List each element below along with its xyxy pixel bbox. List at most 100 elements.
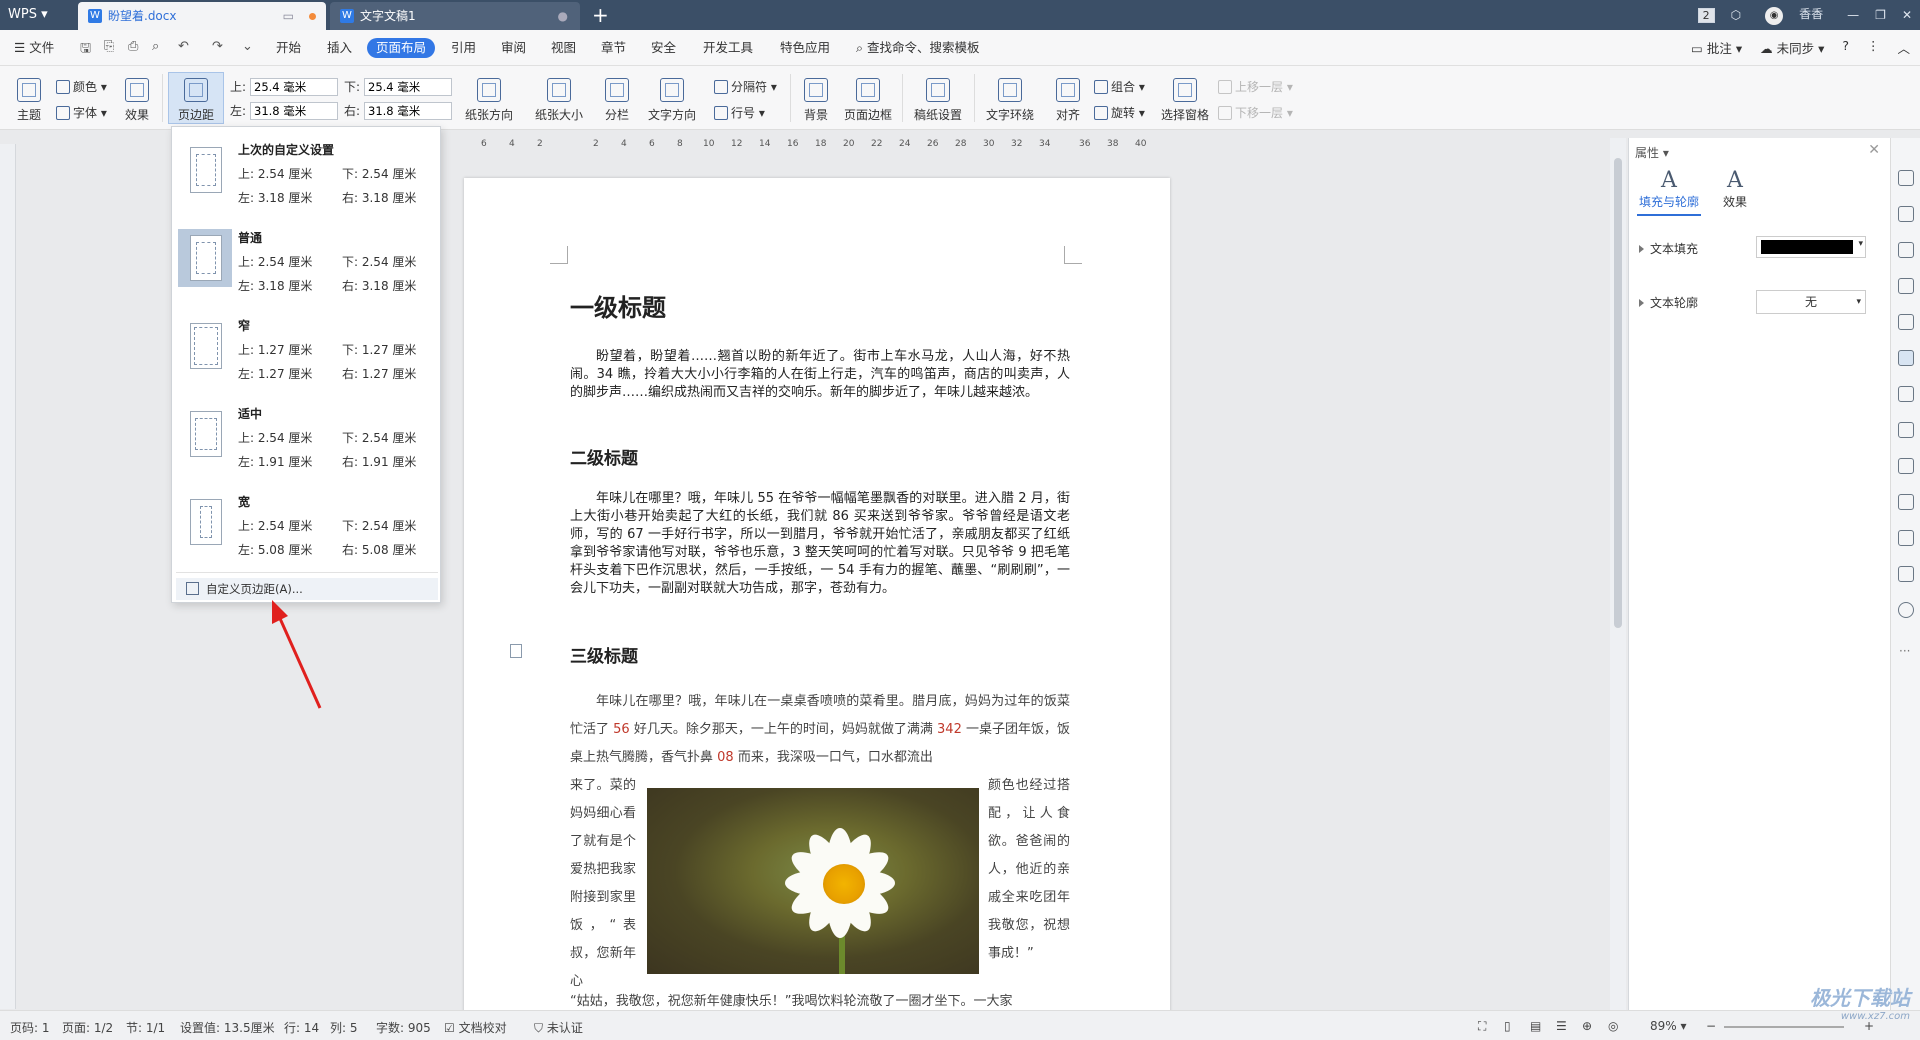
menu-chapter[interactable]: 章节	[601, 38, 626, 58]
paragraph-handle-icon[interactable]	[510, 644, 522, 658]
margins-button[interactable]: 页边距	[170, 78, 222, 123]
table-icon[interactable]	[1898, 314, 1914, 330]
text-fill-color-picker[interactable]: ▾	[1756, 236, 1866, 258]
vertical-scrollbar[interactable]	[1610, 138, 1626, 1010]
tab-fill-outline[interactable]: A 填充与轮廓	[1637, 168, 1701, 216]
status-page[interactable]: 页面: 1/2	[62, 1019, 113, 1036]
translate-icon[interactable]	[1898, 530, 1914, 546]
line-numbers-button[interactable]: 行号 ▾	[714, 104, 765, 121]
zoom-level[interactable]: 89% ▾	[1650, 1019, 1687, 1033]
minimize-icon[interactable]: —	[1847, 8, 1859, 22]
fonts-button[interactable]: 字体 ▾	[56, 104, 107, 121]
command-search[interactable]: ⌕ 查找命令、搜索模板	[856, 38, 980, 58]
close-window-icon[interactable]: ✕	[1902, 8, 1912, 22]
margin-preset-narrow[interactable]: 窄 上: 1.27 厘米 下: 1.27 厘米 左: 1.27 厘米 右: 1.…	[176, 307, 438, 395]
menu-page-layout[interactable]: 页面布局	[367, 38, 436, 58]
menu-references[interactable]: 引用	[451, 38, 476, 58]
margin-preset-wide[interactable]: 宽 上: 2.54 厘米 下: 2.54 厘米 左: 5.08 厘米 右: 5.…	[176, 483, 438, 571]
menu-developer[interactable]: 开发工具	[703, 38, 753, 58]
page-view-icon[interactable]: ▤	[1530, 1019, 1541, 1033]
user-area[interactable]: ◉ 香香	[1757, 5, 1831, 25]
daisy-image[interactable]	[647, 788, 979, 974]
review-icon[interactable]	[1898, 386, 1914, 402]
collapse-ribbon-icon[interactable]: ︿	[1897, 38, 1910, 57]
format-painter-icon[interactable]: ⎘	[104, 39, 114, 54]
skin-icon[interactable]: ⬡	[1731, 8, 1741, 22]
properties-icon[interactable]	[1898, 350, 1914, 366]
close-icon[interactable]: ●	[558, 2, 568, 30]
effects-button[interactable]: 效果	[120, 78, 154, 123]
eye-protect-icon[interactable]: ◎	[1608, 1019, 1618, 1033]
page-border-button[interactable]: 页面边框	[842, 78, 894, 123]
bring-forward-button[interactable]: 上移一层 ▾	[1218, 78, 1293, 95]
send-backward-button[interactable]: 下移一层 ▾	[1218, 104, 1293, 121]
comment-button[interactable]: ▭ 批注 ▾	[1691, 38, 1742, 57]
tab-effects[interactable]: A 效果	[1715, 168, 1755, 210]
picture-icon[interactable]	[1898, 494, 1914, 510]
breaks-button[interactable]: 分隔符 ▾	[714, 78, 777, 95]
status-col[interactable]: 列: 5	[330, 1019, 358, 1036]
more-icon[interactable]: ···	[1899, 644, 1910, 658]
wps-logo[interactable]: WPS ▾	[0, 0, 76, 30]
margin-preset-moderate[interactable]: 适中 上: 2.54 厘米 下: 2.54 厘米 左: 1.91 厘米 右: 1…	[176, 395, 438, 483]
window-count-badge[interactable]: 2	[1697, 7, 1715, 23]
zoom-slider[interactable]	[1724, 1026, 1844, 1028]
status-word-count[interactable]: 字数: 905	[376, 1019, 431, 1036]
save-icon[interactable]: 🖫	[80, 39, 91, 61]
background-button[interactable]: 背景	[796, 78, 836, 123]
print-icon[interactable]: ⎙	[128, 39, 138, 54]
zoom-out-icon[interactable]: −	[1706, 1019, 1716, 1033]
redo-icon[interactable]: ↷	[212, 39, 223, 54]
help-icon[interactable]	[1898, 602, 1914, 618]
size-button[interactable]: 纸张大小	[530, 78, 588, 123]
more-icon[interactable]: ⌄	[242, 39, 253, 54]
margin-preset-last-custom[interactable]: 上次的自定义设置 上: 2.54 厘米 下: 2.54 厘米 左: 3.18 厘…	[176, 131, 438, 219]
orientation-button[interactable]: 纸张方向	[460, 78, 518, 123]
menu-insert[interactable]: 插入	[327, 38, 352, 58]
certification-button[interactable]: ⛉ 未认证	[534, 1019, 583, 1036]
selection-pane-button[interactable]: 选择窗格	[1158, 78, 1212, 123]
backup-icon[interactable]	[1898, 458, 1914, 474]
margin-left-input[interactable]	[250, 102, 338, 120]
outline-view-icon[interactable]: ☰	[1556, 1019, 1567, 1033]
close-icon[interactable]: ✕	[1868, 142, 1880, 158]
web-view-icon[interactable]: ⊕	[1582, 1019, 1592, 1033]
status-page-number[interactable]: 页码: 1	[10, 1019, 50, 1036]
menu-view[interactable]: 视图	[551, 38, 576, 58]
rotate-button[interactable]: 旋转 ▾	[1094, 104, 1145, 121]
margin-preset-normal[interactable]: 普通 上: 2.54 厘米 下: 2.54 厘米 左: 3.18 厘米 右: 3…	[176, 219, 438, 307]
undo-icon[interactable]: ↶	[178, 39, 189, 54]
share-icon[interactable]	[1898, 422, 1914, 438]
status-row[interactable]: 行: 14	[284, 1019, 319, 1036]
text-outline-select[interactable]: 无 ▾	[1756, 290, 1866, 314]
shapes-icon[interactable]	[1898, 242, 1914, 258]
text-fill-row[interactable]: 文本填充	[1639, 240, 1698, 257]
tab-doc-active[interactable]: W 盼望着.docx ▭	[78, 2, 326, 30]
theme-button[interactable]: 主题	[12, 78, 46, 123]
custom-margins-item[interactable]: 自定义页边距(A)...	[176, 578, 438, 600]
print-preview-icon[interactable]: ⌕	[152, 39, 159, 54]
tab-doc-2[interactable]: W 文字文稿1 ●	[330, 2, 580, 30]
panel-title[interactable]: 属性 ▾	[1635, 144, 1669, 161]
status-section[interactable]: 节: 1/1	[126, 1019, 165, 1036]
manuscript-button[interactable]: 稿纸设置	[910, 78, 966, 123]
group-button[interactable]: 组合 ▾	[1094, 78, 1145, 95]
cursor-icon[interactable]	[1898, 206, 1914, 222]
sync-button[interactable]: ☁ 未同步 ▾	[1760, 38, 1824, 57]
wrap-button[interactable]: 文字环绕	[980, 78, 1040, 123]
text-direction-button[interactable]: 文字方向	[642, 78, 702, 123]
help-icon[interactable]: ?	[1842, 38, 1849, 57]
file-menu[interactable]: ☰ 文件	[14, 38, 54, 58]
new-tab-plus-icon[interactable]: +	[592, 0, 609, 30]
pen-icon[interactable]	[1898, 170, 1914, 186]
margin-bottom-input[interactable]	[364, 78, 452, 96]
horizontal-ruler[interactable]: 6 4 2 2 4 6 8 10 12 14 16 18 20 22 24 26…	[465, 137, 1155, 153]
monitor-icon[interactable]: ▭	[283, 2, 294, 30]
margin-top-input[interactable]	[250, 78, 338, 96]
status-setting[interactable]: 设置值: 13.5厘米	[180, 1019, 275, 1036]
read-mode-icon[interactable]: ▯	[1504, 1019, 1511, 1033]
style-icon[interactable]	[1898, 278, 1914, 294]
menu-security[interactable]: 安全	[651, 38, 676, 58]
menu-start[interactable]: 开始	[276, 38, 301, 58]
scrollbar-thumb[interactable]	[1614, 158, 1622, 628]
